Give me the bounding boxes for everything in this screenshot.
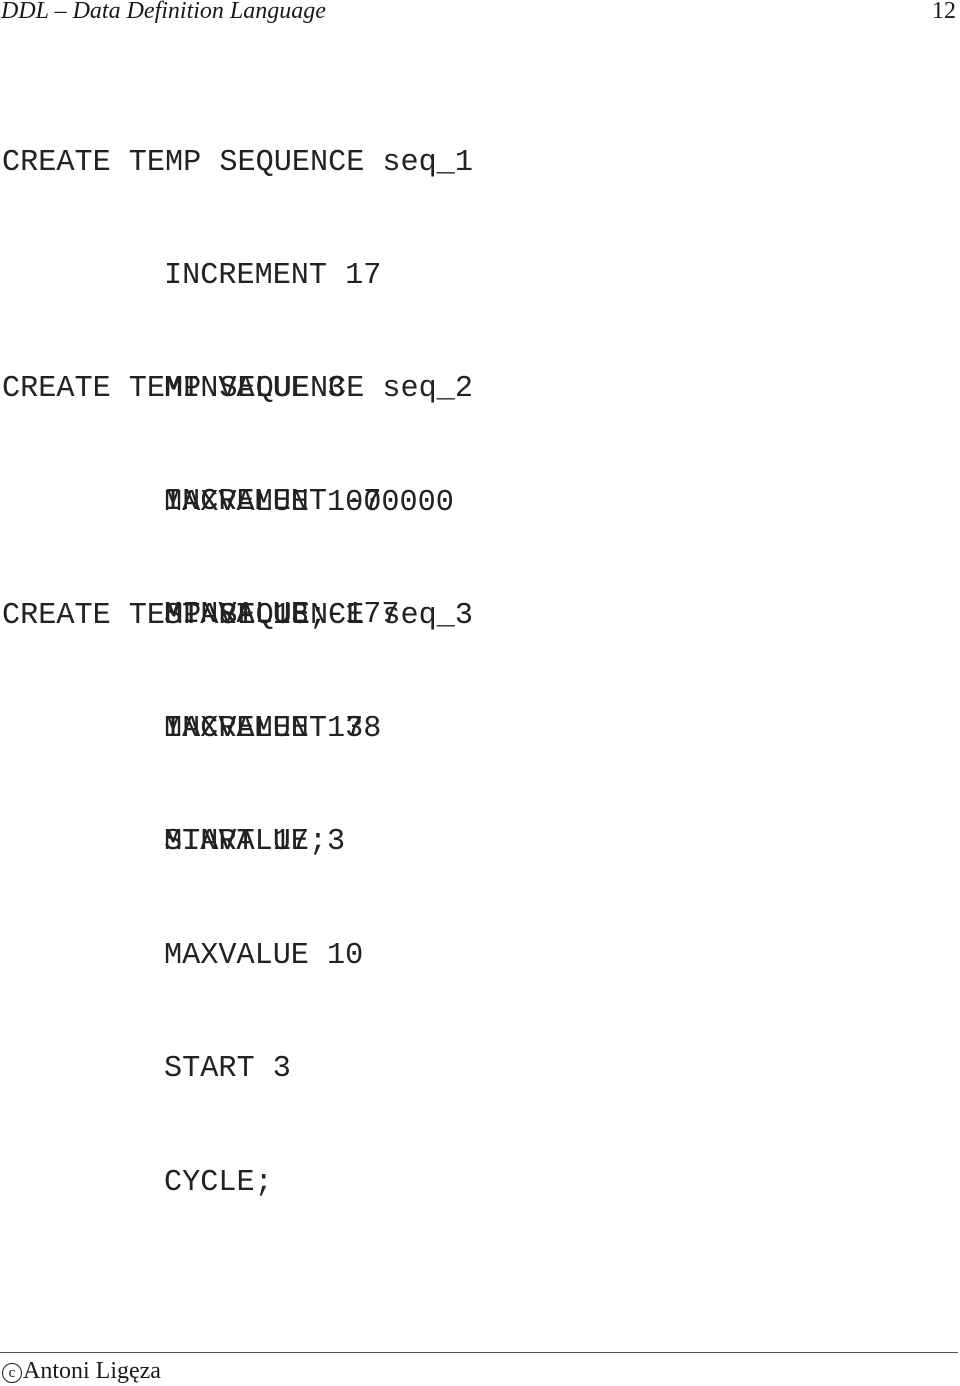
minvalue-clause: MINVALUE 3	[164, 825, 346, 860]
header-title: DDL – Data Definition Language	[1, 0, 326, 24]
cycle-clause: CYCLE;	[164, 1165, 273, 1200]
create-statement: CREATE TEMP SEQUENCE seq_3	[2, 598, 474, 633]
footer: c Antoni Ligęza	[2, 1356, 161, 1386]
page-number: 12	[932, 0, 956, 24]
increment-clause: INCREMENT 17	[164, 258, 382, 293]
create-statement: CREATE TEMP SEQUENCE seq_1	[2, 145, 474, 180]
create-statement: CREATE TEMP SEQUENCE seq_2	[2, 371, 474, 406]
increment-clause: INCREMENT 3	[164, 711, 364, 746]
footer-divider	[0, 1352, 958, 1353]
code-block-seq-3: CREATE TEMP SEQUENCE seq_3 INCREMENT 3 M…	[2, 522, 473, 1240]
increment-clause: INCREMENT -7	[164, 484, 382, 519]
start-clause: START 3	[164, 1052, 291, 1087]
copyright-icon: c	[2, 1363, 22, 1383]
footer-author: Antoni Ligęza	[23, 1358, 161, 1384]
maxvalue-clause: MAXVALUE 10	[164, 938, 364, 973]
